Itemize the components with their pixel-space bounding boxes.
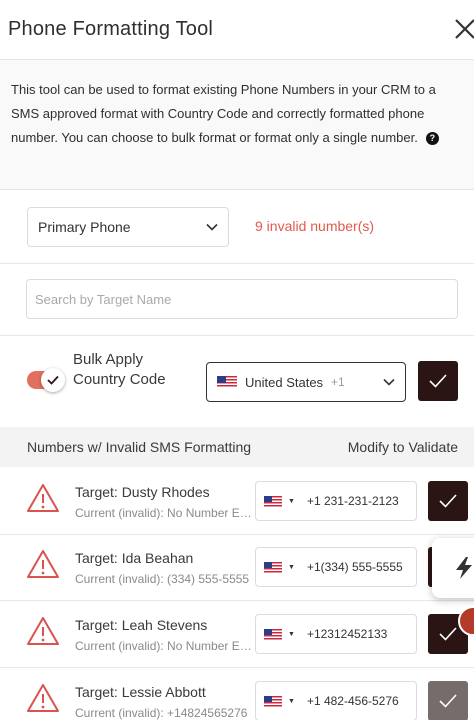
check-icon xyxy=(47,375,59,385)
search-input[interactable] xyxy=(26,279,458,319)
help-icon[interactable]: ? xyxy=(425,132,439,145)
bulk-apply-toggle[interactable] xyxy=(27,368,65,392)
warning-triangle-icon xyxy=(27,484,59,512)
modal-header: Phone Formatting Tool xyxy=(0,0,474,60)
phone-input-value: +1(334) 555-5555 xyxy=(306,560,403,574)
us-flag-icon xyxy=(264,561,282,573)
country-select[interactable]: United States +1 xyxy=(206,362,406,402)
check-icon xyxy=(439,494,457,508)
list-header-invalid: Numbers w/ Invalid SMS Formatting xyxy=(27,439,252,455)
caret-down-icon[interactable]: ▼ xyxy=(288,698,295,705)
warning-triangle-icon xyxy=(27,617,59,645)
phone-input[interactable]: ▼ +1 482-456-5276 xyxy=(255,681,417,720)
row-current-number: Current (invalid): No Number Exists xyxy=(75,639,252,653)
us-flag-icon xyxy=(264,495,282,507)
table-row: Target: Dusty Rhodes Current (invalid): … xyxy=(0,468,474,535)
validate-button[interactable] xyxy=(428,681,468,720)
chevron-down-icon xyxy=(383,378,395,386)
row-current-number: Current (invalid): No Number Exists xyxy=(75,506,252,520)
phone-field-select-value: Primary Phone xyxy=(38,219,131,235)
tool-description: This tool can be used to format existing… xyxy=(0,60,474,190)
invalid-count-text: 9 invalid number(s) xyxy=(255,218,375,234)
caret-down-icon[interactable]: ▼ xyxy=(288,564,295,571)
row-target-name: Target: Ida Beahan xyxy=(75,550,194,566)
caret-down-icon[interactable]: ▼ xyxy=(288,631,295,638)
row-target-name: Target: Lessie Abbott xyxy=(75,684,206,700)
phone-input[interactable]: ▼ +12312452133 xyxy=(255,614,417,654)
bulk-apply-button[interactable] xyxy=(418,361,458,401)
list-header-modify: Modify to Validate xyxy=(347,439,458,455)
toggle-knob xyxy=(41,368,65,392)
country-code: +1 xyxy=(331,375,345,389)
validate-button[interactable] xyxy=(428,481,468,521)
description-text: This tool can be used to format existing… xyxy=(11,82,436,145)
lightning-icon xyxy=(456,557,472,579)
phone-field-select[interactable]: Primary Phone xyxy=(27,207,229,247)
check-icon xyxy=(439,694,457,708)
row-target-name: Target: Leah Stevens xyxy=(75,617,208,633)
us-flag-icon xyxy=(264,628,282,640)
warning-triangle-icon xyxy=(27,550,59,578)
phone-input-value: +1 231-231-2123 xyxy=(306,494,399,508)
phone-input-value: +12312452133 xyxy=(306,627,388,641)
row-target-name: Target: Dusty Rhodes xyxy=(75,484,210,500)
table-row: Target: Ida Beahan Current (invalid): (3… xyxy=(0,534,474,601)
phone-input-value: +1 482-456-5276 xyxy=(306,694,399,708)
phone-input[interactable]: ▼ +1(334) 555-5555 xyxy=(255,547,417,587)
row-current-number: Current (invalid): +14824565276 xyxy=(75,706,248,720)
us-flag-icon xyxy=(264,695,282,707)
check-icon xyxy=(439,627,457,641)
quick-actions-button[interactable] xyxy=(432,538,474,598)
phone-input[interactable]: ▼ +1 231-231-2123 xyxy=(255,481,417,521)
us-flag-icon xyxy=(217,376,237,388)
divider xyxy=(0,263,474,264)
table-row: Target: Leah Stevens Current (invalid): … xyxy=(0,601,474,668)
row-current-number: Current (invalid): (334) 555-5555 xyxy=(75,572,250,586)
warning-triangle-icon xyxy=(27,684,59,712)
divider xyxy=(0,335,474,336)
chevron-down-icon xyxy=(206,223,218,231)
table-row: Target: Lessie Abbott Current (invalid):… xyxy=(0,668,474,720)
bulk-apply-label: Bulk Apply Country Code xyxy=(73,351,166,388)
country-name: United States xyxy=(245,374,324,390)
close-icon[interactable] xyxy=(452,16,474,42)
list-header: Numbers w/ Invalid SMS Formatting Modify… xyxy=(0,427,474,467)
modal-title: Phone Formatting Tool xyxy=(8,18,214,40)
caret-down-icon[interactable]: ▼ xyxy=(288,498,295,505)
check-icon xyxy=(429,374,447,388)
